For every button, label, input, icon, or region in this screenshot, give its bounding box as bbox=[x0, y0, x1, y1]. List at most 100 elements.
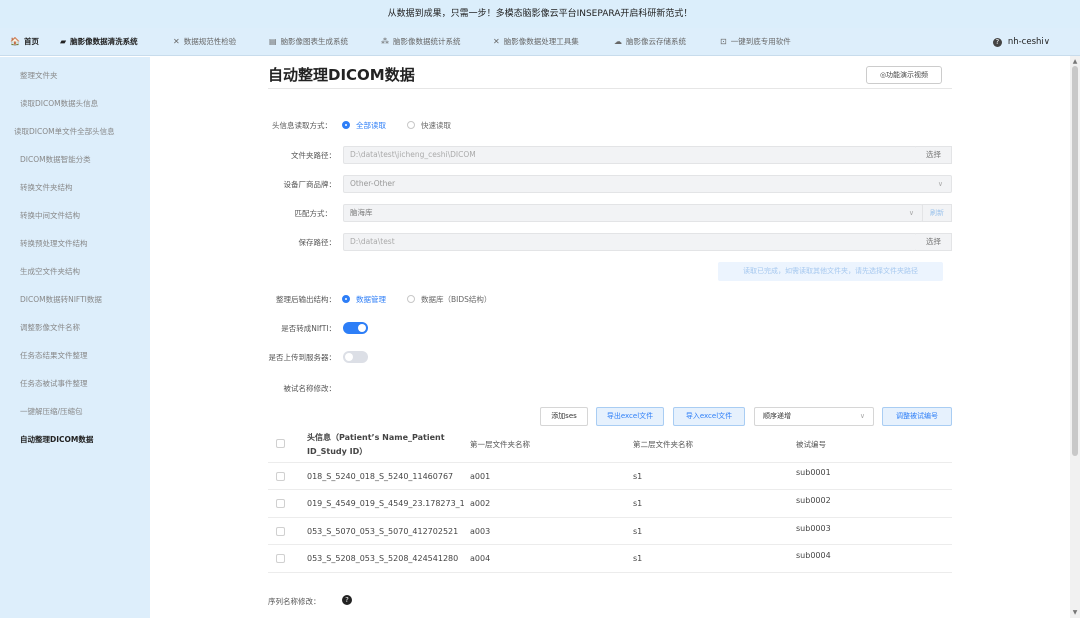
radio-read-all-label: 全部读取 bbox=[356, 121, 386, 130]
order-select[interactable]: 顺序递增 ∨ bbox=[754, 407, 874, 426]
radio-dot bbox=[342, 121, 350, 129]
scroll-up-icon[interactable]: ▲ bbox=[1071, 58, 1079, 65]
convert-nifti-label: 是否转成NIfTI： bbox=[281, 324, 336, 333]
table-divider bbox=[268, 489, 952, 490]
help-icon[interactable]: ? bbox=[992, 38, 1002, 47]
adjust-subject-ids-button[interactable]: 调整被试编号 bbox=[882, 407, 952, 426]
tools-icon: ✕ bbox=[173, 37, 180, 46]
read-mode-label: 头信息读取方式： bbox=[272, 121, 332, 130]
sidebar-item-convert-intermediate[interactable]: 转换中间文件结构 bbox=[0, 206, 150, 226]
radio-read-fast-label: 快速读取 bbox=[421, 121, 451, 130]
chevron-down-icon: ∨ bbox=[859, 412, 865, 420]
folder-path-select-button[interactable]: 选择 bbox=[916, 146, 952, 164]
chevron-down-icon: ∨ bbox=[937, 180, 943, 188]
refresh-button[interactable]: 刷新 bbox=[922, 204, 952, 222]
nav-chart-generation[interactable]: ▤ 脑影像图表生成系统 bbox=[269, 28, 348, 56]
vendor-value: Other-Other bbox=[350, 179, 396, 188]
vendor-select[interactable]: Other-Other ∨ bbox=[343, 175, 952, 193]
table-cell-dicom-info: 018_S_5240_018_S_5240_11460767 bbox=[307, 472, 454, 481]
save-path-input[interactable]: D:\data\test bbox=[343, 233, 917, 251]
folder-path-label: 文件夹路径： bbox=[291, 151, 336, 160]
save-path-label: 保存路径： bbox=[298, 238, 337, 247]
nav-statistics-label: 脑影像数据统计系统 bbox=[393, 37, 461, 46]
subject-rename-label: 被试名称修改： bbox=[283, 384, 337, 393]
table-divider bbox=[268, 572, 952, 573]
scrollbar-thumb[interactable] bbox=[1072, 66, 1078, 456]
radio-read-all[interactable]: 全部读取 bbox=[342, 120, 386, 131]
table-divider bbox=[268, 517, 952, 518]
folder-icon: ▰ bbox=[60, 37, 67, 46]
nav-data-cleaning-label: 脑影像数据清洗系统 bbox=[70, 37, 138, 46]
add-ses-button[interactable]: 添加ses bbox=[540, 407, 588, 426]
nav-data-cleaning[interactable]: ▰ 脑影像数据清洗系统 bbox=[60, 28, 138, 56]
radio-bids-structure[interactable]: 数据库（BIDS结构） bbox=[407, 294, 491, 305]
read-complete-hint-button[interactable]: 读取已完成，如需读取其他文件夹，请先选择文件夹路径 bbox=[718, 262, 943, 281]
match-mode-select[interactable]: 脑海库 ∨ bbox=[343, 204, 923, 222]
sidebar-item-read-dicom-header[interactable]: 读取DICOM数据头信息 bbox=[0, 94, 150, 114]
top-navbar: 🏠 首页 ▰ 脑影像数据清洗系统 ✕ 数据规范性检验 ▤ 脑影像图表生成系统 ⁂ 脑影像数… bbox=[0, 28, 1080, 56]
sidebar-item-dicom-to-nifti[interactable]: DICOM数据转NIFTI数据 bbox=[0, 290, 150, 310]
folder-path-input[interactable]: D:\data\test\jicheng_ceshi\DICOM bbox=[343, 146, 917, 164]
upload-server-toggle[interactable] bbox=[343, 351, 368, 363]
table-cell-first-level: a004 bbox=[470, 554, 491, 563]
table-cell-first-level: a001 bbox=[470, 472, 491, 481]
table-divider bbox=[268, 544, 952, 545]
table-cell-subject-id: sub0004 bbox=[796, 551, 831, 560]
table-cell-subject-id: sub0001 bbox=[796, 468, 831, 477]
nav-processing-tools[interactable]: ✕ 脑影像数据处理工具集 bbox=[493, 28, 579, 56]
radio-read-fast[interactable]: 快速读取 bbox=[407, 120, 451, 131]
sidebar-item-convert-preprocess[interactable]: 转换预处理文件结构 bbox=[0, 234, 150, 254]
chevron-down-icon: ∨ bbox=[908, 209, 914, 217]
nav-cloud-storage-label: 脑影像云存储系统 bbox=[626, 37, 686, 46]
title-divider bbox=[268, 88, 952, 89]
sidebar-item-auto-dicom[interactable]: 自动整理DICOM数据 bbox=[0, 430, 150, 450]
help-icon[interactable]: ? bbox=[342, 595, 352, 605]
sidebar-item-convert-folder[interactable]: 转换文件夹结构 bbox=[0, 178, 150, 198]
user-name: nh-ceshi bbox=[1007, 37, 1044, 47]
nav-cloud-storage[interactable]: ☁ 脑影像云存储系统 bbox=[614, 28, 686, 56]
row-checkbox[interactable] bbox=[276, 472, 285, 481]
column-header-first-level: 第一层文件夹名称 bbox=[470, 440, 530, 449]
sidebar-item-decompress[interactable]: 一键解压缩/压缩包 bbox=[0, 402, 150, 422]
nav-one-click-software-label: 一键到底专用软件 bbox=[730, 37, 791, 46]
demo-video-button[interactable]: ◎功能演示视频 bbox=[866, 66, 942, 84]
promo-banner: 从数据到成果，只需一步！多模态脑影像云平台INSEPARA开启科研新范式！ bbox=[0, 0, 1080, 28]
sidebar-item-generate-empty[interactable]: 生成空文件夹结构 bbox=[0, 262, 150, 282]
nav-processing-tools-label: 脑影像数据处理工具集 bbox=[503, 37, 579, 46]
tools-icon: ✕ bbox=[493, 37, 500, 46]
promo-banner-text: 从数据到成果，只需一步！多模态脑影像云平台INSEPARA开启科研新范式！ bbox=[387, 9, 693, 19]
sidebar-item-read-dicom-single[interactable]: 读取DICOM单文件全部头信息 bbox=[0, 122, 150, 142]
save-path-select-button[interactable]: 选择 bbox=[916, 233, 952, 251]
export-excel-button[interactable]: 导出excel文件 bbox=[596, 407, 664, 426]
row-checkbox[interactable] bbox=[276, 554, 285, 563]
radio-dot bbox=[342, 295, 350, 303]
home-icon: 🏠 bbox=[10, 37, 20, 46]
table-cell-second-level: s1 bbox=[633, 527, 643, 536]
sidebar-item-task-results[interactable]: 任务态结果文件整理 bbox=[0, 346, 150, 366]
row-checkbox[interactable] bbox=[276, 527, 285, 536]
row-checkbox[interactable] bbox=[276, 499, 285, 508]
sidebar-item-dicom-classify[interactable]: DICOM数据智能分类 bbox=[0, 150, 150, 170]
sidebar-item-rename-images[interactable]: 调整影像文件名称 bbox=[0, 318, 150, 338]
nav-home[interactable]: 🏠 首页 bbox=[10, 28, 39, 56]
user-menu[interactable]: ? nh-ceshi∨ bbox=[992, 28, 1050, 56]
table-cell-subject-id: sub0003 bbox=[796, 524, 831, 533]
table-cell-dicom-info: 019_S_4549_019_S_4549_23.178273_1 bbox=[307, 499, 465, 508]
nav-one-click-software[interactable]: ⊡ 一键到底专用软件 bbox=[720, 28, 791, 56]
nav-normative-check-label: 数据规范性检验 bbox=[183, 37, 237, 46]
scroll-down-icon[interactable]: ▼ bbox=[1071, 609, 1079, 616]
select-all-checkbox[interactable] bbox=[276, 439, 285, 448]
nav-statistics[interactable]: ⁂ 脑影像数据统计系统 bbox=[381, 28, 461, 56]
nav-normative-check[interactable]: ✕ 数据规范性检验 bbox=[173, 28, 236, 56]
sidebar-item-task-events[interactable]: 任务态被试事件整理 bbox=[0, 374, 150, 394]
toggle-knob bbox=[345, 353, 353, 361]
table-cell-second-level: s1 bbox=[633, 499, 643, 508]
convert-nifti-toggle[interactable] bbox=[343, 322, 368, 334]
output-structure-label: 整理后输出结构： bbox=[276, 295, 336, 304]
sidebar-item-organize-folder[interactable]: 整理文件夹 bbox=[0, 66, 150, 86]
import-excel-button[interactable]: 导入excel文件 bbox=[673, 407, 745, 426]
table-cell-second-level: s1 bbox=[633, 554, 643, 563]
radio-data-management[interactable]: 数据管理 bbox=[342, 294, 386, 305]
stats-icon: ⁂ bbox=[381, 37, 389, 46]
order-select-value: 顺序递增 bbox=[763, 412, 791, 420]
